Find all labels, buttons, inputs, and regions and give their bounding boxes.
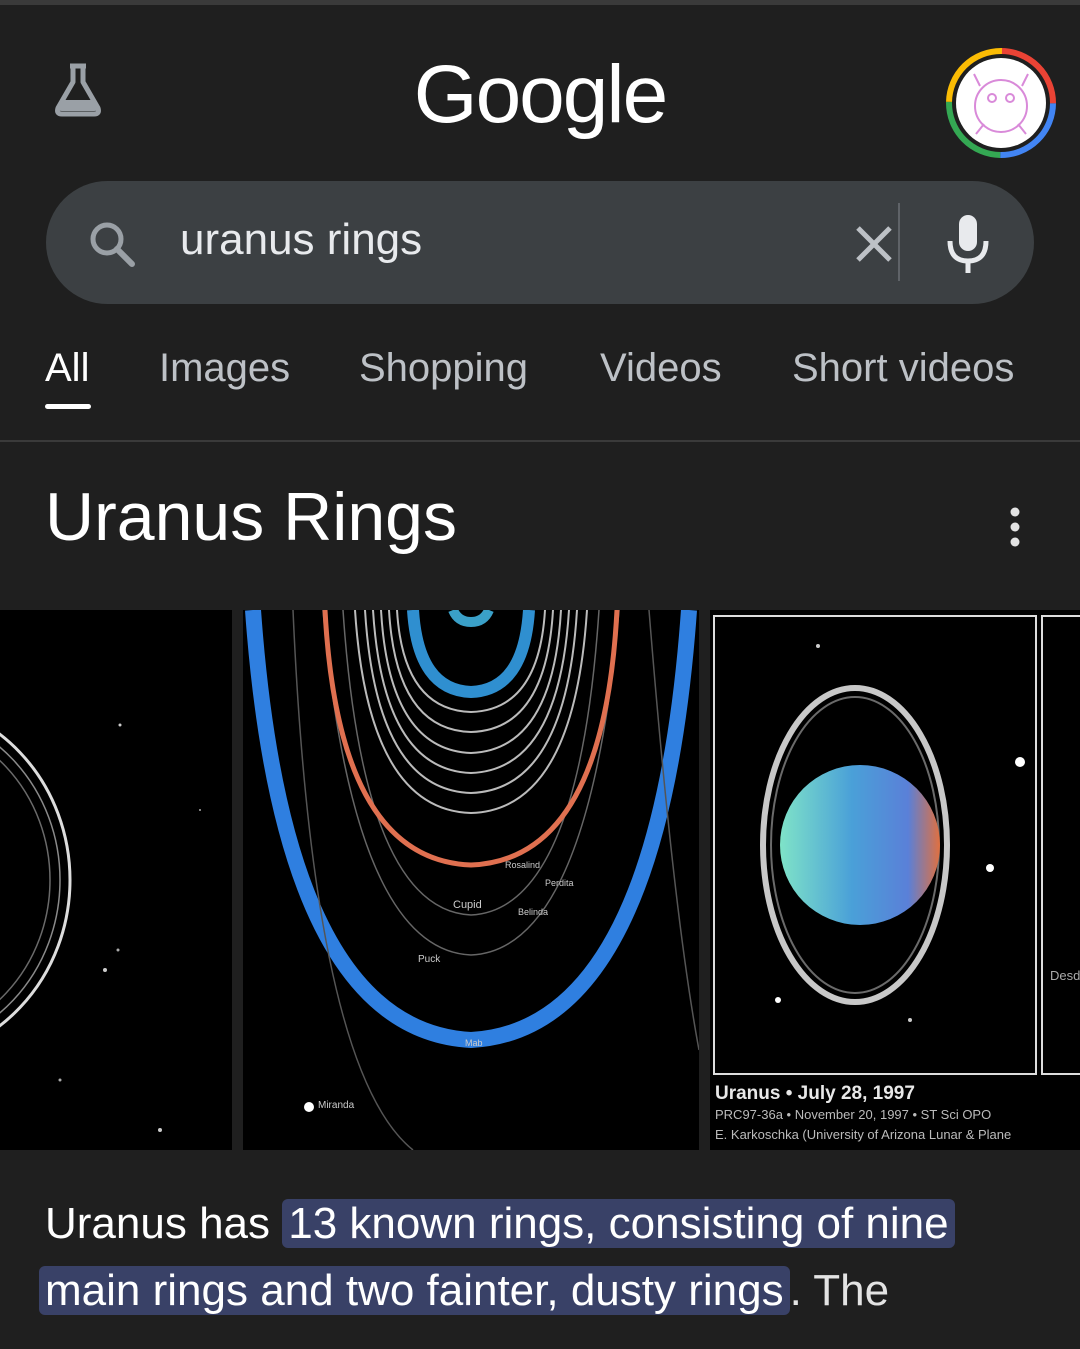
- image-caption-title: Uranus • July 28, 1997: [715, 1083, 915, 1104]
- moon-label-puck: Puck: [418, 954, 441, 965]
- app-header: Google: [0, 20, 1080, 160]
- active-tab-indicator: [45, 404, 91, 409]
- clear-icon[interactable]: [846, 216, 902, 272]
- tab-short-videos[interactable]: Short videos: [792, 346, 1014, 391]
- tab-shopping[interactable]: Shopping: [359, 346, 528, 391]
- tab-all[interactable]: All: [45, 346, 89, 391]
- search-divider: [898, 203, 900, 281]
- tab-videos[interactable]: Videos: [600, 346, 722, 391]
- image-thumbnail-3[interactable]: Desd Uranus • July 28, 1997 PRC97-36a • …: [710, 610, 1080, 1150]
- more-options-icon[interactable]: [1000, 505, 1030, 549]
- moon-label-miranda: Miranda: [318, 1100, 355, 1111]
- result-description: Uranus has 13 known rings, consisting of…: [39, 1190, 1045, 1324]
- search-tabs: All Images Shopping Videos Short videos: [0, 330, 1080, 442]
- adjacent-image-text: Desd: [1050, 968, 1080, 983]
- description-highlight: 13 known rings, consisting of nine: [282, 1199, 955, 1248]
- status-divider: [0, 0, 1080, 5]
- image-gallery: Cupid Belinda Rosalind Perdita Puck Mab …: [0, 610, 1080, 1150]
- moon-label-mab: Mab: [465, 1038, 483, 1048]
- tab-images[interactable]: Images: [159, 346, 290, 391]
- description-tail: . The: [789, 1266, 890, 1315]
- moon-label-rosalind: Rosalind: [505, 860, 540, 870]
- description-highlight: main rings and two fainter, dusty rings: [39, 1266, 790, 1315]
- image-thumbnail-1[interactable]: [0, 610, 232, 1150]
- result-title: Uranus Rings: [45, 479, 457, 555]
- image-thumbnail-2[interactable]: Cupid Belinda Rosalind Perdita Puck Mab …: [243, 610, 699, 1150]
- moon-label-cupid: Cupid: [453, 899, 482, 911]
- image-caption-author: E. Karkoschka (University of Arizona Lun…: [715, 1127, 1011, 1142]
- search-input[interactable]: uranus rings: [180, 215, 422, 265]
- google-logo[interactable]: Google: [0, 48, 1080, 142]
- description-lead: Uranus has: [45, 1199, 283, 1248]
- moon-label-belinda: Belinda: [518, 907, 548, 917]
- search-bar[interactable]: uranus rings: [46, 181, 1034, 304]
- account-avatar[interactable]: [944, 46, 1058, 160]
- search-icon[interactable]: [86, 218, 138, 270]
- moon-label-perdita: Perdita: [545, 878, 574, 888]
- mic-icon[interactable]: [938, 211, 998, 277]
- image-caption-credit: PRC97-36a • November 20, 1997 • ST Sci O…: [715, 1107, 991, 1122]
